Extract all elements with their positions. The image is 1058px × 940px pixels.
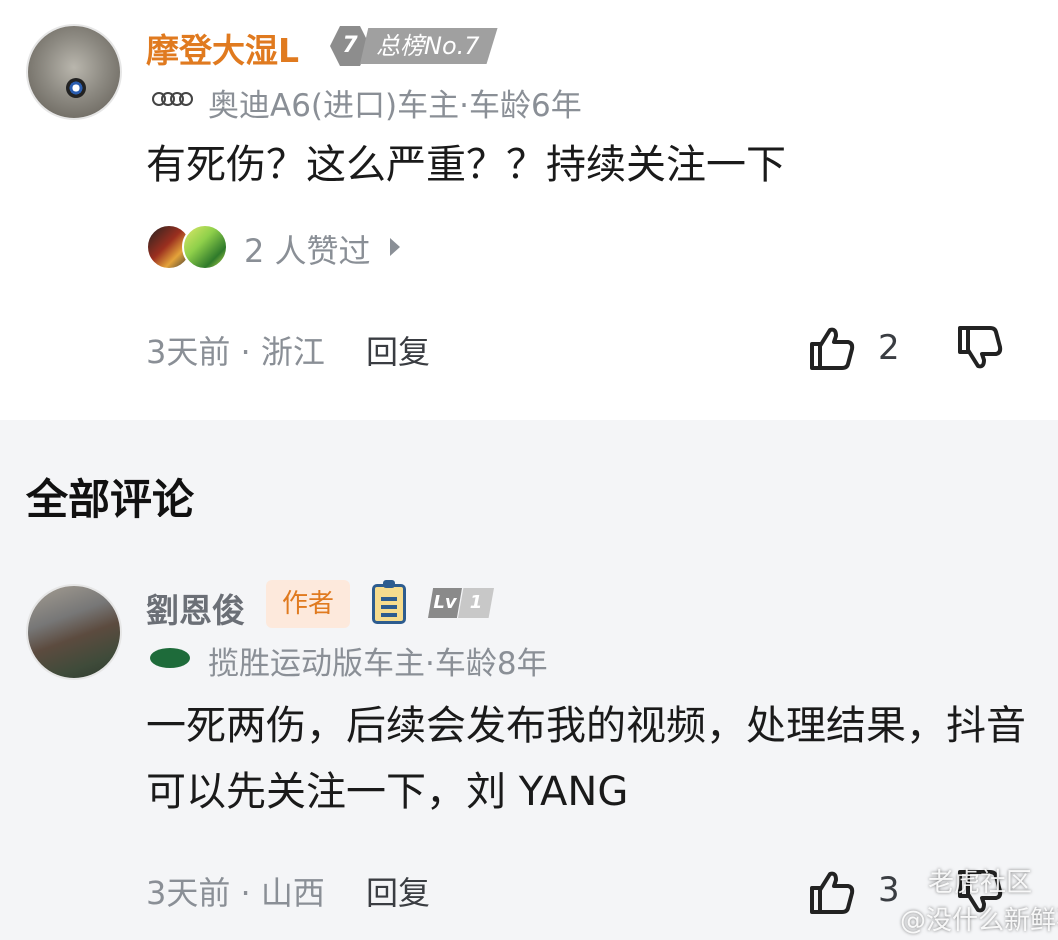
likers-count-link[interactable]: 2 人赞过 [244,226,371,272]
username[interactable]: 劉恩俊 [146,584,245,632]
username[interactable]: 摩登大湿L [146,24,299,72]
like-count: 2 [878,328,900,368]
section-title: 全部评论 [26,475,195,524]
thumbs-up-icon[interactable] [806,322,858,374]
audi-rings-icon [152,92,193,106]
land-rover-icon [150,648,190,668]
rank-text: 总榜No.7 [360,28,498,64]
watermark: 老虎社区 [928,868,1033,898]
level-number: 1 [458,588,494,618]
level-badge: Lv 1 [428,588,498,618]
level-prefix: Lv [428,588,462,618]
comment-meta: 3天前 · 山西 [146,874,325,912]
comment-text: 一死两伤，后续会发布我的视频，处理结果，抖音可以先关注一下，刘 YANG [146,703,1026,815]
comment-text: 有死伤？这么严重？？持续关注一下 [146,142,786,188]
user-avatar[interactable] [26,584,122,680]
thumbs-down-icon[interactable] [954,322,1006,374]
like-count: 3 [878,870,900,910]
author-badge: 作者 [266,580,350,628]
user-avatar[interactable] [26,24,122,120]
chevron-right-icon [390,238,400,256]
bmw-logo-icon [66,78,86,98]
liker-avatar [182,224,228,270]
reply-button[interactable]: 回复 [366,327,430,373]
car-owner-info: 奥迪A6(进口)车主·车龄6年 [208,88,582,124]
reply-button[interactable]: 回复 [366,868,430,914]
car-owner-info: 揽胜运动版车主·车龄8年 [208,646,548,682]
comment-meta: 3天前 · 浙江 [146,333,325,371]
rank-badge: 7 总榜No.7 [330,26,502,66]
clipboard-icon [372,580,406,624]
thumbs-up-icon[interactable] [806,866,858,918]
watermark: @没什么新鲜事视 [900,906,1058,936]
